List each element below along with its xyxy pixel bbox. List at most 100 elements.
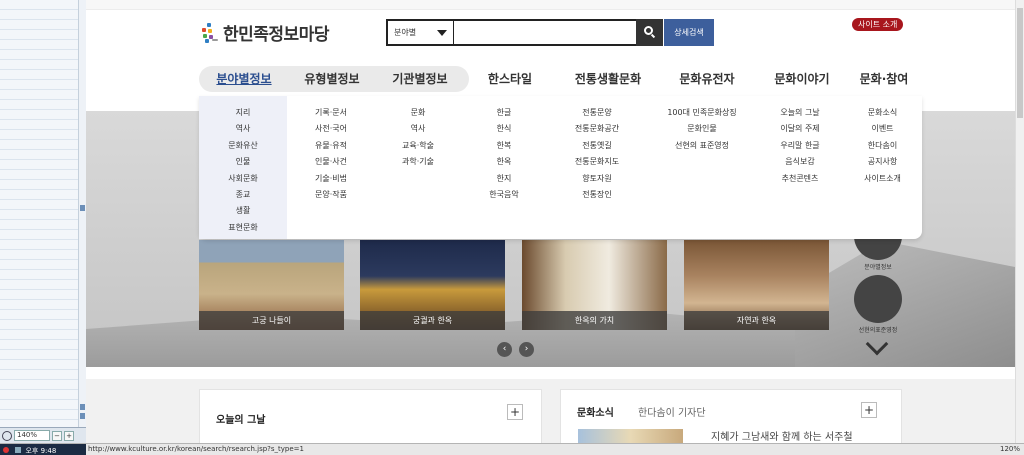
menu-item[interactable]: 문화인물 xyxy=(647,121,757,137)
menu-item[interactable]: 오늘의 그날 xyxy=(757,105,843,121)
menu-item[interactable]: 추천콘텐츠 xyxy=(757,171,843,187)
quick-link-portraits[interactable]: 선현의표준영정 xyxy=(848,275,908,334)
menu-item[interactable]: 한옥 xyxy=(461,154,547,170)
search-input[interactable] xyxy=(454,19,636,46)
news-panel-title[interactable]: 문화소식 xyxy=(577,404,614,419)
menu-item[interactable]: 기술·비법 xyxy=(287,171,375,187)
splitter-handle-icon[interactable] xyxy=(80,404,85,410)
mega-col-field: 지리 역사 문화유산 인물 사회문화 종교 생활 표현문화 xyxy=(199,105,287,236)
scrollbar-thumb[interactable] xyxy=(1017,8,1023,118)
network-icon[interactable] xyxy=(15,447,22,453)
menu-item[interactable]: 지리 xyxy=(199,105,287,121)
menu-item[interactable]: 음식보감 xyxy=(757,154,843,170)
mega-col-culture-gene: 100대 민족문화상징 문화인물 선현의 표준영정 xyxy=(647,105,757,154)
nav-item-traditional-life[interactable]: 전통생활문화 xyxy=(560,66,656,92)
news-more-button[interactable]: + xyxy=(861,402,877,418)
today-more-button[interactable]: + xyxy=(507,404,523,420)
carousel-card[interactable]: 한옥의 가치 xyxy=(522,240,667,330)
content-section: 오늘의 그날 + 문화소식 한다솜이 기자단 + 지혜가 그남새와 함께 하는 … xyxy=(86,379,1015,443)
carousel-card[interactable]: 궁궐과 한옥 xyxy=(360,240,505,330)
menu-item[interactable]: 역사 xyxy=(199,121,287,137)
news-thumbnail[interactable] xyxy=(578,429,683,443)
menu-item[interactable]: 전통장인 xyxy=(547,187,647,203)
site-intro-badge[interactable]: 사이트 소개 xyxy=(852,18,904,31)
left-app-pane: 140% − + xyxy=(0,0,86,443)
splitter-handle-icon[interactable] xyxy=(80,205,85,211)
nav-item-participation[interactable]: 문화·참여 xyxy=(852,66,916,92)
menu-item[interactable]: 전통옛길 xyxy=(547,138,647,154)
menu-item[interactable]: 한글 xyxy=(461,105,547,121)
menu-item[interactable]: 이달의 주제 xyxy=(757,121,843,137)
menu-item[interactable]: 사이트소개 xyxy=(843,171,922,187)
menu-item[interactable]: 생활 xyxy=(199,203,287,219)
menu-item[interactable]: 한다솜이 xyxy=(843,138,922,154)
menu-item[interactable]: 문화소식 xyxy=(843,105,922,121)
advanced-search-button[interactable]: 상세검색 xyxy=(664,19,714,46)
menu-item[interactable]: 표현문화 xyxy=(199,220,287,236)
menu-item[interactable]: 선현의 표준영정 xyxy=(647,138,757,154)
left-pane-lines xyxy=(0,0,78,443)
nav-item-agency[interactable]: 기관별정보 xyxy=(382,66,458,92)
zoom-out-button[interactable]: − xyxy=(52,430,62,441)
menu-item[interactable]: 종교 xyxy=(199,187,287,203)
menu-item[interactable]: 100대 민족문화상징 xyxy=(647,105,757,121)
menu-item[interactable]: 공지사항 xyxy=(843,154,922,170)
menu-item[interactable]: 전통문양 xyxy=(547,105,647,121)
search-button[interactable] xyxy=(636,19,663,46)
carousel-next-button[interactable]: › xyxy=(519,342,534,357)
menu-item[interactable]: 한지 xyxy=(461,171,547,187)
page-zoom[interactable]: 120% xyxy=(1000,444,1020,455)
menu-item[interactable]: 과학·기술 xyxy=(375,154,461,170)
nav-item-culture-gene[interactable]: 문화유전자 xyxy=(662,66,752,92)
nav-item-field[interactable]: 분야별정보 xyxy=(206,66,282,92)
news-headline[interactable]: 지혜가 그남새와 함께 하는 서주철 xyxy=(711,428,853,443)
logo-text: 한민족정보마당 xyxy=(223,25,329,45)
alert-icon[interactable] xyxy=(3,447,9,453)
menu-item[interactable]: 한국음악 xyxy=(461,187,547,203)
left-pane-splitter[interactable] xyxy=(78,0,86,443)
menu-item[interactable]: 기록·문서 xyxy=(287,105,375,121)
menu-item[interactable]: 문화유산 xyxy=(199,138,287,154)
site-logo[interactable]: 한민족정보마당 xyxy=(200,20,329,45)
carousel-card[interactable]: 자연과 한옥 xyxy=(684,240,829,330)
page-scrollbar[interactable] xyxy=(1015,0,1024,443)
nav-item-culture-story[interactable]: 문화이야기 xyxy=(759,66,845,92)
menu-item[interactable]: 향토자원 xyxy=(547,171,647,187)
carousel-prev-button[interactable]: ‹ xyxy=(497,342,512,357)
nav-item-type[interactable]: 유형별정보 xyxy=(294,66,370,92)
left-zoom-field[interactable]: 140% xyxy=(14,430,50,441)
portrait-icon xyxy=(854,275,902,323)
card-caption: 고궁 나들이 xyxy=(199,311,344,330)
menu-item[interactable]: 문화 xyxy=(375,105,461,121)
carousel-card[interactable]: 고궁 나들이 xyxy=(199,240,344,330)
menu-item[interactable]: 사전·국어 xyxy=(287,121,375,137)
nav-item-hanstyle[interactable]: 한스타일 xyxy=(475,66,545,92)
top-utility-bar xyxy=(86,0,1015,10)
menu-item[interactable]: 한식 xyxy=(461,121,547,137)
card-caption: 자연과 한옥 xyxy=(684,311,829,330)
menu-item[interactable]: 이벤트 xyxy=(843,121,922,137)
mega-col-type: 기록·문서 사전·국어 유물·유적 인물·사건 기술·비법 문양·작품 xyxy=(287,105,375,203)
menu-item[interactable]: 역사 xyxy=(375,121,461,137)
mega-col-traditional-life: 전통문양 전통문화공간 전통옛길 전통문화지도 향토자원 전통장인 xyxy=(547,105,647,203)
zoom-search-icon[interactable] xyxy=(2,430,12,441)
card-caption: 한옥의 가치 xyxy=(522,311,667,330)
news-panel: 문화소식 한다솜이 기자단 + 지혜가 그남새와 함께 하는 서주철 xyxy=(560,389,902,443)
menu-item[interactable]: 인물 xyxy=(199,154,287,170)
mega-dropdown-menu: 지리 역사 문화유산 인물 사회문화 종교 생활 표현문화 기록·문서 사전·국… xyxy=(199,96,922,239)
zoom-in-button[interactable]: + xyxy=(64,430,74,441)
tab-reporters[interactable]: 한다솜이 기자단 xyxy=(638,404,706,419)
menu-item[interactable]: 전통문화지도 xyxy=(547,154,647,170)
status-url: http://www.kculture.or.kr/korean/search/… xyxy=(88,445,304,453)
menu-item[interactable]: 한복 xyxy=(461,138,547,154)
menu-item[interactable]: 사회문화 xyxy=(199,171,287,187)
menu-item[interactable]: 교육·학술 xyxy=(375,138,461,154)
today-panel: 오늘의 그날 + xyxy=(199,389,542,443)
menu-item[interactable]: 유물·유적 xyxy=(287,138,375,154)
menu-item[interactable]: 인물·사건 xyxy=(287,154,375,170)
menu-item[interactable]: 우리말 한글 xyxy=(757,138,843,154)
splitter-handle-icon[interactable] xyxy=(80,413,85,419)
menu-item[interactable]: 문양·작품 xyxy=(287,187,375,203)
search-category-select[interactable]: 분야별 xyxy=(386,19,454,46)
menu-item[interactable]: 전통문화공간 xyxy=(547,121,647,137)
